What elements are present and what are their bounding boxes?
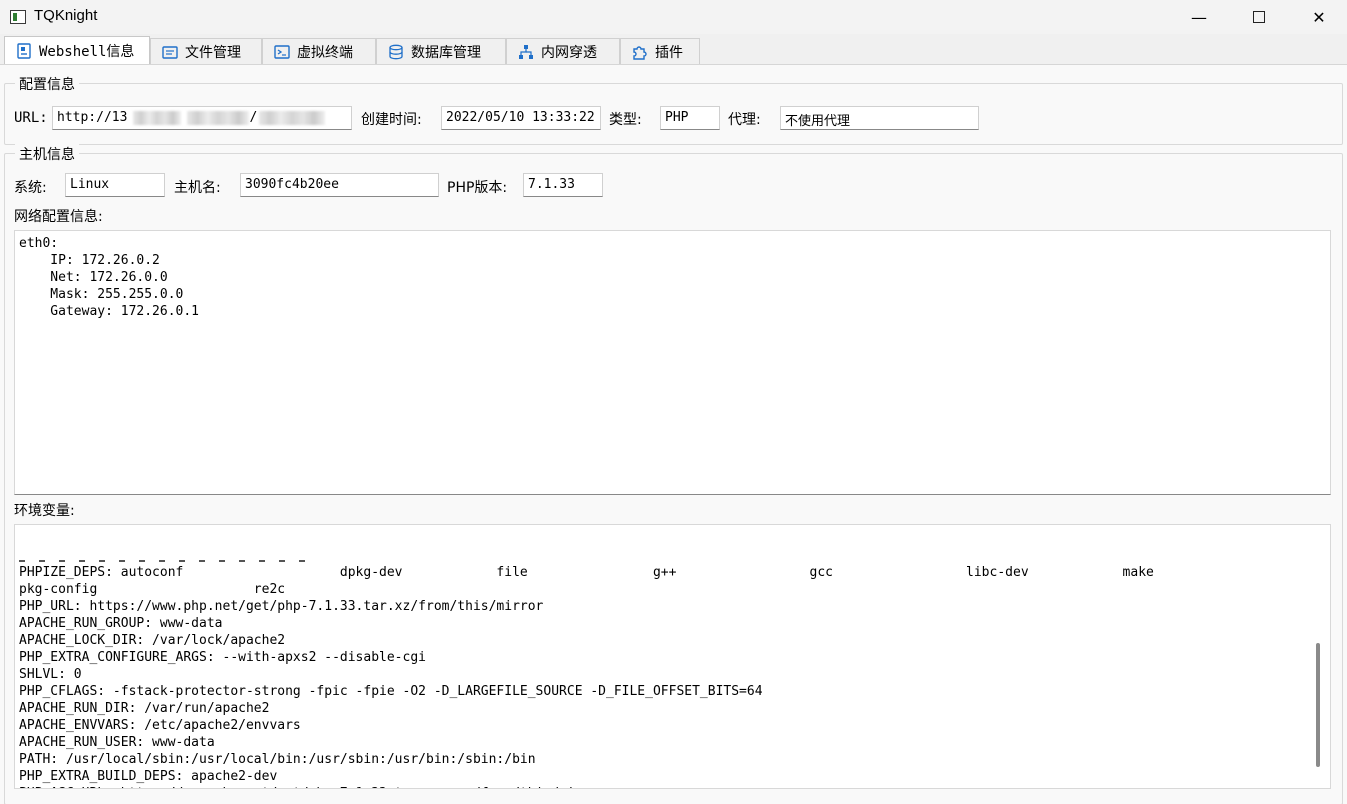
minimize-icon: —: [1191, 7, 1207, 27]
terminal-icon: [273, 43, 291, 61]
url-field[interactable]: http://13 /: [52, 106, 352, 130]
tab-label: 虚拟终端: [297, 44, 353, 61]
close-icon: ✕: [1312, 7, 1326, 27]
minimize-button[interactable]: —: [1176, 0, 1222, 34]
os-label: 系统:: [14, 180, 47, 196]
maximize-button[interactable]: [1236, 0, 1282, 34]
tab-webshell-info[interactable]: Webshell信息: [4, 36, 150, 64]
network-config-label: 网络配置信息:: [14, 209, 103, 225]
url-suffix: /: [249, 110, 258, 125]
type-field[interactable]: PHP: [660, 106, 720, 130]
tab-label: 内网穿透: [541, 44, 597, 61]
tab-bar: Webshell信息 文件管理 虚拟终端 数据库管理 内网穿透 插件: [0, 36, 1347, 64]
php-version-label: PHP版本:: [447, 180, 508, 196]
database-icon: [387, 43, 405, 61]
file-manager-icon: [161, 43, 179, 61]
title-bar: TQKnight — ✕: [0, 0, 1347, 34]
tab-label: 数据库管理: [411, 44, 481, 61]
network-config-textarea[interactable]: eth0: IP: 172.26.0.2 Net: 172.26.0.0 Mas…: [14, 230, 1331, 495]
env-vars-textarea[interactable]: PHPIZE_DEPS: autoconf dpkg-dev file g++ …: [14, 524, 1331, 789]
tab-database-manager[interactable]: 数据库管理: [376, 38, 506, 64]
proxy-field[interactable]: 不使用代理: [780, 106, 979, 130]
created-time-label: 创建时间:: [361, 112, 422, 128]
tab-intranet-tunnel[interactable]: 内网穿透: [506, 38, 620, 64]
host-group-title: 主机信息: [15, 144, 79, 164]
tab-label: Webshell信息: [39, 43, 135, 60]
os-field[interactable]: Linux: [65, 173, 165, 197]
app-icon: [10, 10, 26, 24]
env-vars-scrollbar[interactable]: [1316, 643, 1320, 767]
close-button[interactable]: ✕: [1296, 0, 1342, 34]
clipped-line: [19, 560, 319, 562]
hostname-field[interactable]: 3090fc4b20ee: [240, 173, 439, 197]
tab-file-manager[interactable]: 文件管理: [150, 38, 262, 64]
tab-virtual-terminal[interactable]: 虚拟终端: [262, 38, 376, 64]
maximize-icon: [1253, 11, 1265, 23]
tab-label: 插件: [655, 44, 683, 61]
url-value: http://13: [57, 110, 128, 125]
tab-content: 配置信息 URL: http://13 / 创建时间: 2022/05/10 13…: [0, 64, 1347, 804]
env-vars-text: PHPIZE_DEPS: autoconf dpkg-dev file g++ …: [19, 565, 1154, 788]
url-label: URL:: [14, 110, 48, 126]
puzzle-icon: [631, 43, 649, 61]
created-time-field[interactable]: 2022/05/10 13:33:22: [441, 106, 601, 130]
config-group-title: 配置信息: [15, 74, 79, 94]
proxy-label: 代理:: [728, 112, 761, 128]
env-vars-label: 环境变量:: [14, 503, 75, 519]
type-label: 类型:: [609, 112, 642, 128]
php-version-field[interactable]: 7.1.33: [523, 173, 603, 197]
id-card-icon: [15, 42, 33, 60]
network-icon: [517, 43, 535, 61]
tab-label: 文件管理: [185, 44, 241, 61]
hostname-label: 主机名:: [174, 180, 221, 196]
window-title: TQKnight: [34, 7, 98, 24]
tab-plugins[interactable]: 插件: [620, 38, 700, 64]
